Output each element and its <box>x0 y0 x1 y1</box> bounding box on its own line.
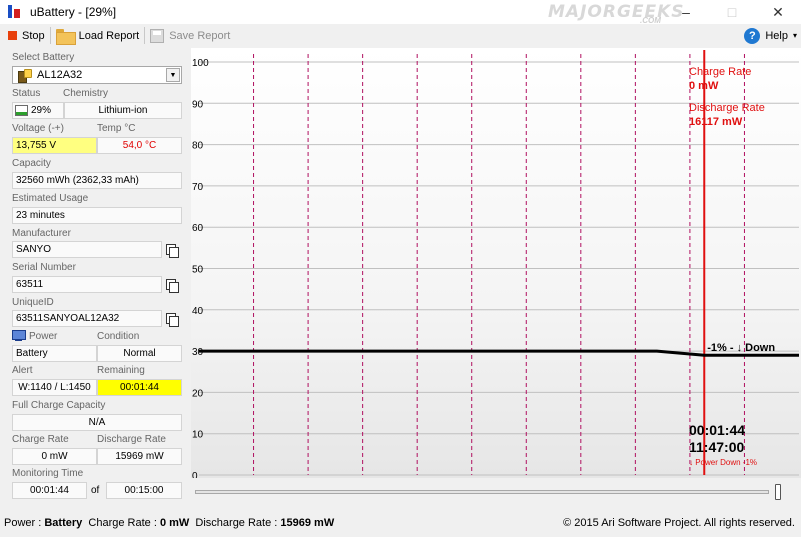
save-icon <box>150 28 165 43</box>
battery-select-value: AL12A32 <box>37 69 83 81</box>
condition-value: Normal <box>97 345 182 362</box>
discharge-rate-label: Discharge Rate <box>97 434 166 445</box>
help-icon: ? <box>744 27 761 44</box>
uniqueid-value: 63511SANYOAL12A32 <box>12 310 162 327</box>
sb-charge-label: Charge Rate : <box>88 517 157 529</box>
copy-icon[interactable] <box>166 279 179 293</box>
temp-value: 54,0 °C <box>97 137 182 154</box>
battery-chart: 0102030405060708090100 -1% - ↓ Down Char… <box>192 50 799 482</box>
chevron-down-icon: ▾ <box>792 31 797 40</box>
voltage-value: 13,755 V <box>12 137 97 154</box>
close-button[interactable]: ✕ <box>755 0 801 24</box>
title-bar: uBattery - [29%] MAJORGEEKS .COM – □ ✕ <box>0 0 801 25</box>
serial-value: 63511 <box>12 276 162 293</box>
select-battery-label: Select Battery <box>12 52 75 63</box>
manufacturer-label: Manufacturer <box>12 228 71 239</box>
timeline-slider-track[interactable] <box>195 490 769 494</box>
copy-icon[interactable] <box>166 313 179 327</box>
folder-icon <box>55 28 76 45</box>
charge-rate-value: 0 mW <box>12 448 97 465</box>
chemistry-value: Lithium-ion <box>64 102 182 119</box>
y-tick-label: 80 <box>192 141 204 152</box>
chart-elapsed-time: 00:01:44 <box>689 422 745 438</box>
load-report-button[interactable]: Load Report <box>51 25 145 46</box>
full-charge-value: N/A <box>12 414 182 431</box>
manufacturer-value: SANYO <box>12 241 162 258</box>
power-value: Battery <box>12 345 97 362</box>
y-tick-label: 100 <box>192 58 209 69</box>
monitoring-label: Monitoring Time <box>12 468 84 479</box>
status-value: 29% <box>31 105 52 116</box>
remaining-label: Remaining <box>97 365 145 376</box>
full-charge-label: Full Charge Capacity <box>12 400 106 411</box>
y-tick-label: 90 <box>192 99 204 110</box>
y-tick-label: 50 <box>192 265 204 276</box>
monitoring-total-field[interactable]: 00:15:00 <box>106 482 182 499</box>
stop-icon <box>8 31 17 40</box>
remaining-value: 00:01:44 <box>97 379 182 396</box>
help-menu-button[interactable]: ? Help ▾ <box>744 25 797 46</box>
stop-button[interactable]: Stop <box>0 25 50 46</box>
y-tick-label: 60 <box>192 223 204 234</box>
sb-charge-value: 0 mW <box>159 517 190 529</box>
power-label: Power <box>29 331 58 342</box>
app-icon <box>6 4 22 20</box>
chemistry-label: Chemistry <box>63 88 109 99</box>
temp-label: Temp °C <box>97 123 136 134</box>
y-tick-label: 10 <box>192 430 204 441</box>
serial-label: Serial Number <box>12 262 76 273</box>
battery-level-icon <box>15 105 28 116</box>
timeline-slider-thumb[interactable] <box>775 484 781 500</box>
status-field: 29% <box>12 102 64 119</box>
chart-clock-time: 11:47:00 <box>689 439 744 455</box>
power-icon <box>12 330 26 342</box>
chart-charge-rate-value: 0 mW <box>689 80 719 92</box>
y-tick-label: 40 <box>192 306 204 317</box>
sb-power-label: Power : <box>4 517 42 529</box>
usage-value: 23 minutes <box>12 207 182 224</box>
sb-discharge-value: 15969 mW <box>280 517 335 529</box>
y-tick-label: 70 <box>192 182 204 193</box>
maximize-button: □ <box>727 4 737 20</box>
save-report-label: Save Report <box>169 29 231 42</box>
uniqueid-label: UniqueID <box>12 297 54 308</box>
copy-icon[interactable] <box>166 244 179 258</box>
charge-rate-label: Charge Rate <box>12 434 69 445</box>
chart-charge-rate-label: Charge Rate <box>689 66 751 78</box>
chart-event-text: ↓ Power Down -1% <box>689 458 757 467</box>
chart-plot: 0 10 20 30 40 50 60 70 80 90 100 -1% - ↓ Down Char… <box>191 48 801 482</box>
capacity-value: 32560 mWh (2362,33 mAh) <box>12 172 182 189</box>
save-report-button[interactable]: Save Report <box>145 25 235 46</box>
chart-discharge-rate-value: 16117 mW <box>689 116 743 128</box>
usage-label: Estimated Usage <box>12 193 89 204</box>
battery-select[interactable]: AL12A32 ▼ <box>12 66 182 84</box>
y-tick-label: 20 <box>192 388 204 399</box>
chart-area: 0 10 20 30 40 50 60 70 80 90 100 -1% - ↓ Down Char… <box>191 48 801 503</box>
toolbar: Stop Load Report Save Report <box>0 24 801 47</box>
alert-value: W:1140 / L:1450 <box>12 379 97 396</box>
event-annotation: -1% - ↓ Down <box>707 342 775 354</box>
copyright-text: © 2015 Ari Software Project. All rights … <box>563 517 795 529</box>
battery-info-panel: Select Battery AL12A32 ▼ Status Chemistr… <box>0 48 190 503</box>
sb-discharge-label: Discharge Rate : <box>195 517 278 529</box>
y-tick-label: 0 <box>192 471 198 478</box>
alert-label: Alert <box>12 365 33 376</box>
battery-icon <box>17 68 32 83</box>
monitoring-time-value: 00:01:44 <box>12 482 87 499</box>
discharge-rate-value: 15969 mW <box>97 448 182 465</box>
window-title: uBattery - [29%] <box>30 5 117 19</box>
help-label: Help <box>765 29 788 42</box>
load-report-label: Load Report <box>78 29 140 42</box>
voltage-label: Voltage (-+) <box>12 123 64 134</box>
condition-label: Condition <box>97 331 140 342</box>
chart-discharge-rate-label: Discharge Rate <box>689 102 765 114</box>
status-label: Status <box>12 88 41 99</box>
capacity-label: Capacity <box>12 158 51 169</box>
stop-label: Stop <box>22 29 45 42</box>
chevron-down-icon[interactable]: ▼ <box>166 68 180 82</box>
monitoring-of-label: of <box>91 485 100 496</box>
minimize-button[interactable]: – <box>663 0 709 24</box>
sb-power-value: Battery <box>44 517 83 529</box>
